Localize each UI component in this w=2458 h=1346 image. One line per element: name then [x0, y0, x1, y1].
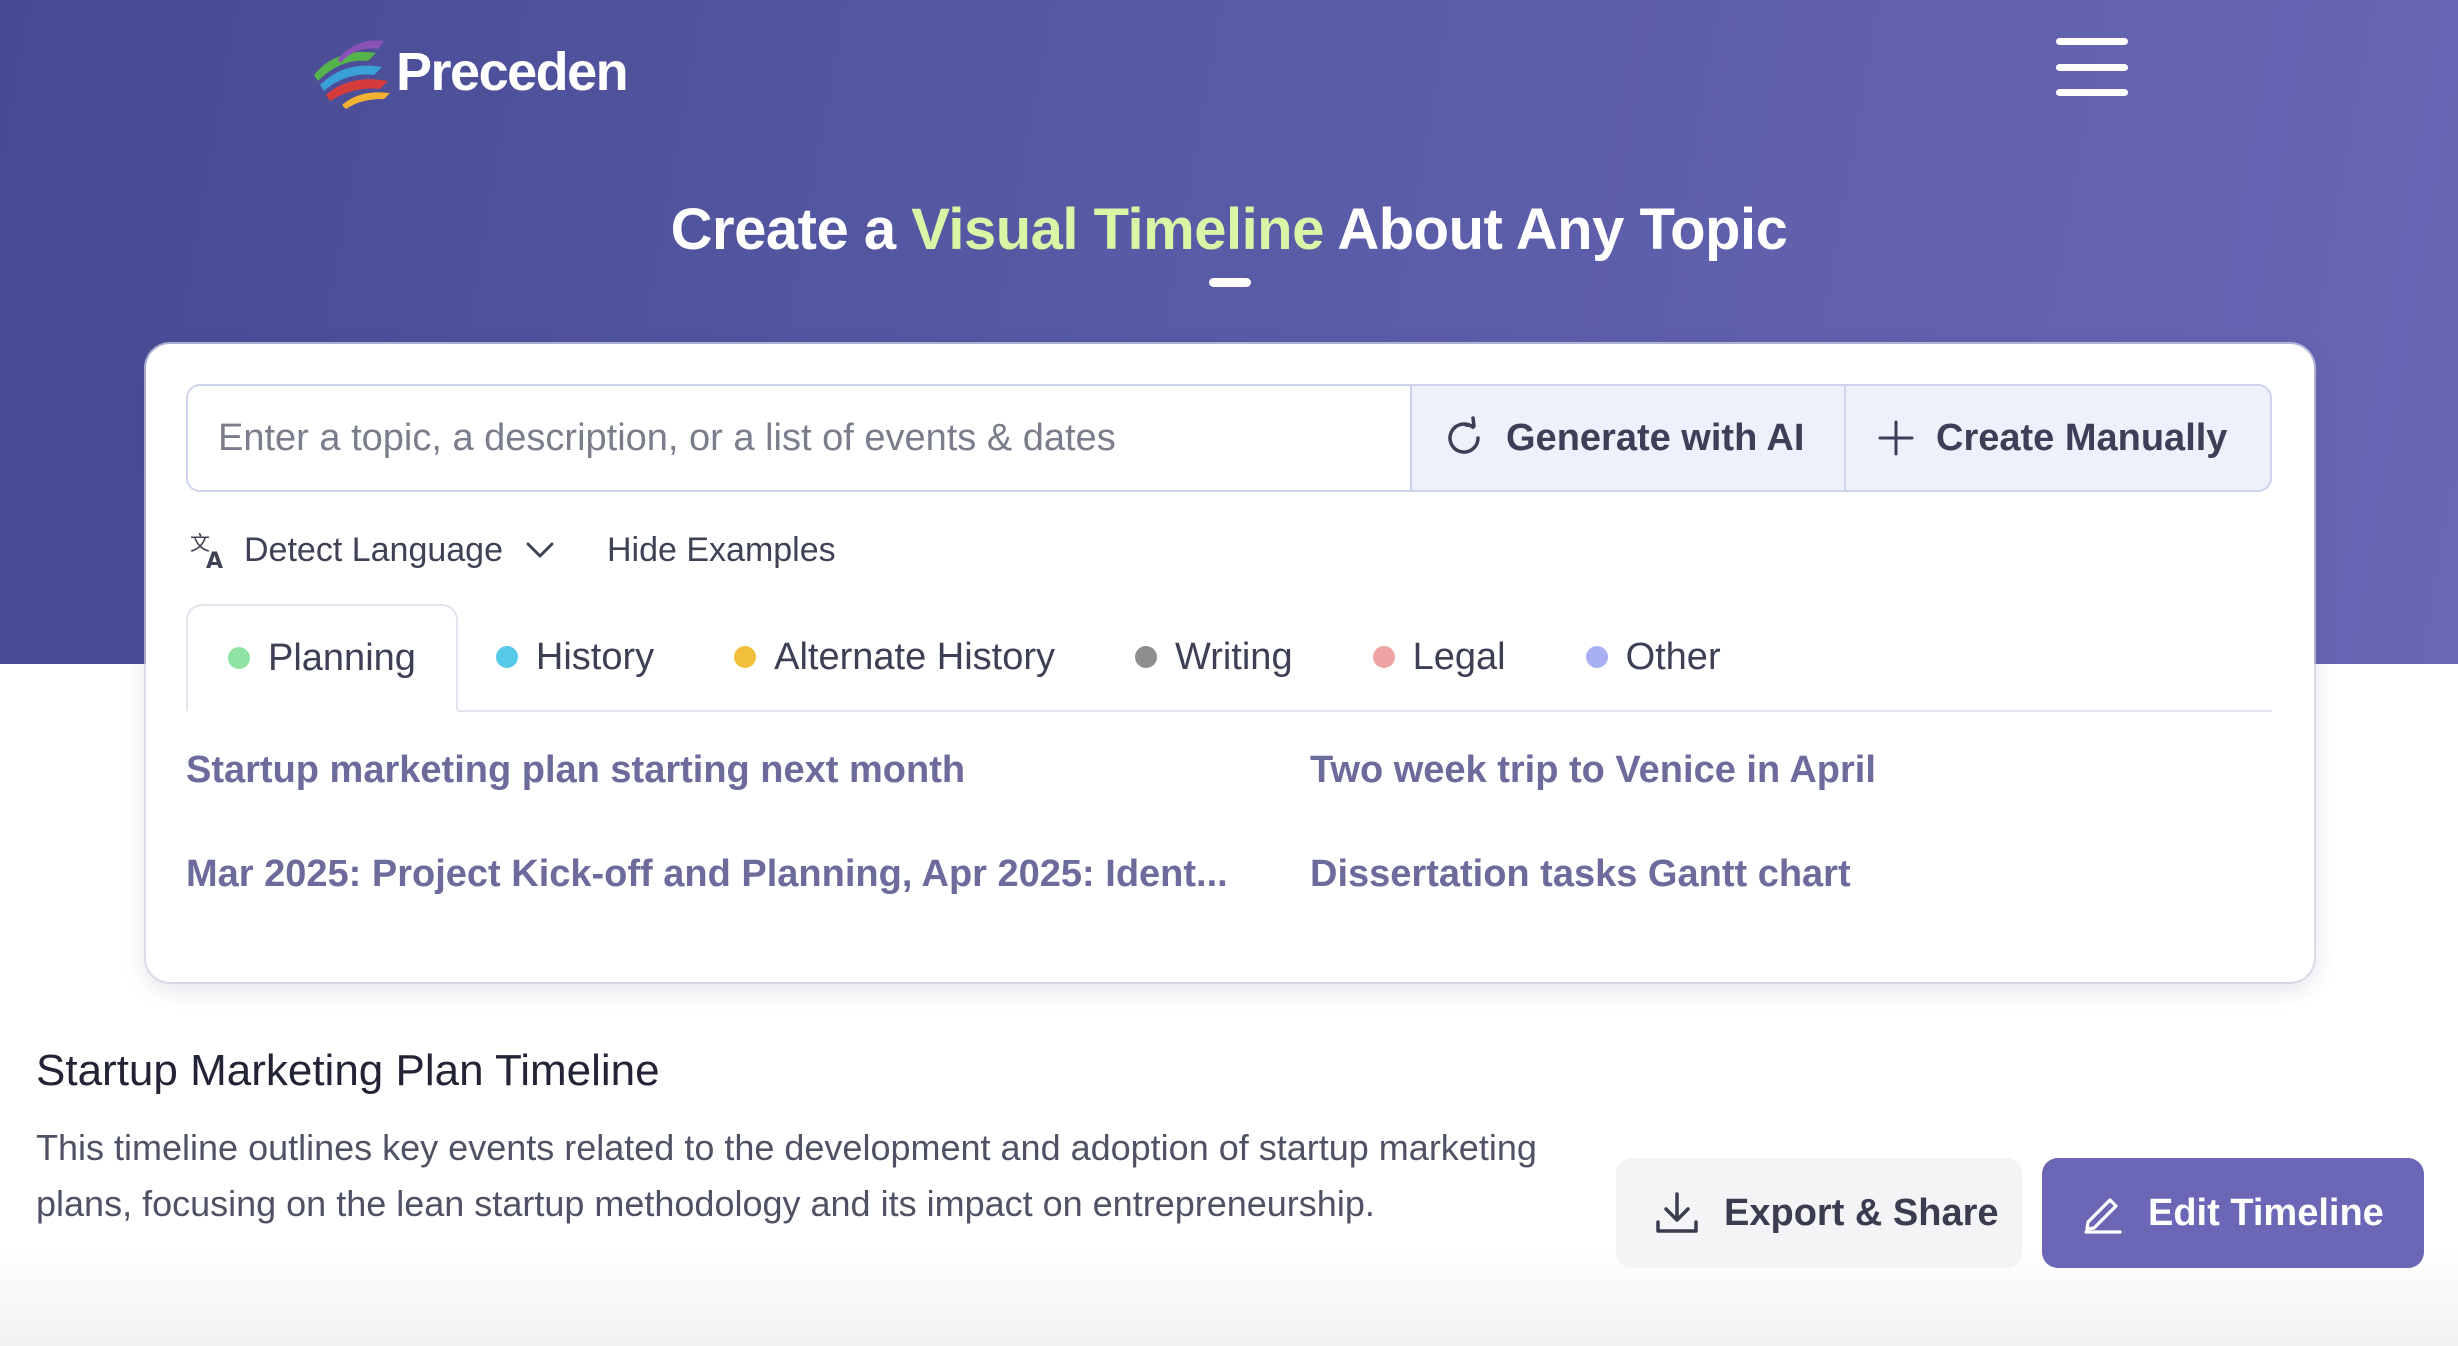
tab-label: Planning	[268, 636, 416, 679]
tab-legal[interactable]: Legal	[1333, 604, 1546, 710]
svg-text:A: A	[206, 549, 223, 570]
logo[interactable]: Preceden	[308, 34, 629, 110]
tab-label: Alternate History	[774, 635, 1056, 678]
translate-icon: 文 A	[190, 531, 223, 570]
search-bar: Generate with AI Create Manually	[186, 384, 2272, 492]
hamburger-menu-icon[interactable]	[2056, 38, 2128, 96]
logo-mark-icon	[314, 40, 390, 109]
hero-title-after: About Any Topic	[1323, 197, 1788, 262]
tab-alternate-history[interactable]: Alternate History	[694, 604, 1095, 710]
pencil-icon	[2084, 1198, 2122, 1234]
edit-timeline-button[interactable]: Edit Timeline	[2042, 1158, 2424, 1268]
tab-writing[interactable]: Writing	[1095, 604, 1333, 710]
generate-label: Generate with AI	[1506, 416, 1805, 459]
refresh-icon	[1448, 416, 1480, 454]
tab-label: Other	[1625, 635, 1721, 678]
tab-history[interactable]: History	[458, 604, 694, 710]
tab-dot	[1372, 646, 1395, 668]
hero-title: Create a Visual Timeline About Any Topic	[0, 196, 2458, 263]
logo-text: Preceden	[396, 42, 629, 102]
menu-line	[2056, 89, 2128, 96]
download-icon	[1656, 1192, 1698, 1233]
page: Preceden Create a Visual Timeline About …	[0, 0, 2458, 1346]
create-label: Create Manually	[1936, 416, 2228, 459]
tab-dot	[228, 647, 250, 669]
menu-line	[2056, 63, 2128, 71]
example-link[interactable]: Dissertation tasks Gantt chart	[1310, 848, 2270, 900]
export-share-button[interactable]: Export & Share	[1616, 1158, 2022, 1268]
tab-dot	[495, 646, 518, 668]
plus-icon	[1878, 420, 1914, 456]
tab-other[interactable]: Other	[1546, 604, 1761, 710]
hide-examples-link[interactable]: Hide Examples	[607, 531, 836, 570]
tab-dot	[1585, 646, 1608, 668]
create-manually-button[interactable]: Create Manually	[1844, 386, 2270, 490]
tab-dot	[734, 646, 757, 668]
edit-label: Edit Timeline	[2148, 1191, 2384, 1234]
timeline-description: This timeline outlines key events relate…	[36, 1127, 1537, 1224]
topic-input[interactable]	[188, 386, 1410, 490]
tab-label: Legal	[1412, 635, 1506, 678]
timeline-creator-card: Generate with AI Create Manually 文 A Det…	[146, 344, 2314, 982]
options-row: 文 A Detect Language Hide Examples	[188, 522, 836, 578]
tab-label: History	[535, 635, 655, 678]
detect-language-dropdown[interactable]: Detect Language	[244, 531, 503, 570]
hero-title-before: Create a	[670, 197, 912, 262]
hero-title-accent: Visual Timeline	[911, 197, 1324, 262]
example-link[interactable]: Two week trip to Venice in April	[1310, 744, 2270, 796]
example-list: Startup marketing plan starting next mon…	[186, 744, 2272, 900]
chevron-down-icon[interactable]	[525, 540, 555, 560]
export-label: Export & Share	[1724, 1191, 1999, 1234]
generate-with-ai-button[interactable]: Generate with AI	[1410, 386, 1844, 490]
example-link[interactable]: Mar 2025: Project Kick-off and Planning,…	[186, 848, 1236, 900]
tab-planning[interactable]: Planning	[186, 604, 458, 712]
tab-label: Writing	[1175, 635, 1293, 678]
category-tabs: Planning History Alternate History Writi…	[186, 604, 2272, 712]
hero-underline	[1209, 278, 1251, 287]
example-link[interactable]: Startup marketing plan starting next mon…	[186, 744, 1236, 796]
timeline-title: Startup Marketing Plan Timeline	[36, 1046, 660, 1095]
menu-line	[2056, 38, 2128, 45]
tab-dot	[1135, 646, 1158, 668]
